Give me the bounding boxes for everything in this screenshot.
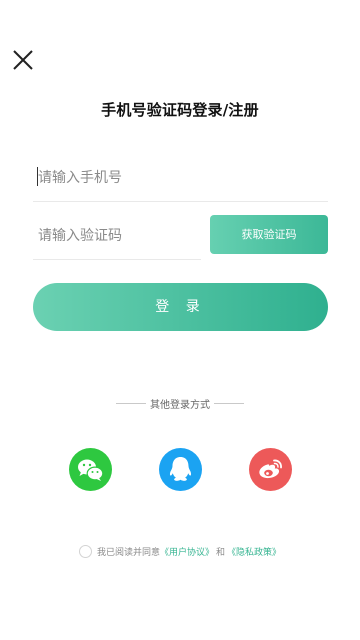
page-title: 手机号验证码登录/注册 [101, 101, 259, 119]
agreement-row: 我已阅读并同意 《用户协议》 和 《隐私政策》 [0, 545, 360, 558]
qq-icon [159, 448, 202, 491]
phone-input[interactable] [38, 166, 318, 190]
close-button[interactable] [10, 47, 36, 73]
qq-login-button[interactable] [159, 448, 202, 491]
privacy-policy-link[interactable]: 《隐私政策》 [227, 545, 281, 558]
divider-line-left [116, 403, 146, 404]
agreement-prefix: 我已阅读并同意 [96, 548, 160, 558]
phone-field[interactable] [33, 156, 328, 202]
agreement-checkbox[interactable] [78, 545, 92, 558]
verification-code-input[interactable] [38, 224, 198, 248]
other-login-label: 其他登录方式 [150, 400, 210, 411]
other-login-divider: 其他登录方式 [0, 396, 360, 411]
weibo-icon [249, 448, 292, 491]
agreement-conjunction: 和 [216, 548, 226, 558]
login-button[interactable]: 登 录 [33, 283, 328, 331]
get-code-button[interactable]: 获取验证码 [210, 215, 328, 254]
weibo-login-button[interactable] [249, 448, 292, 491]
user-agreement-link[interactable]: 《用户协议》 [160, 545, 214, 558]
wechat-login-button[interactable] [69, 448, 112, 491]
verification-code-field[interactable] [33, 214, 201, 260]
close-icon [10, 47, 36, 73]
divider-line-right [214, 403, 244, 404]
wechat-icon [69, 448, 112, 491]
